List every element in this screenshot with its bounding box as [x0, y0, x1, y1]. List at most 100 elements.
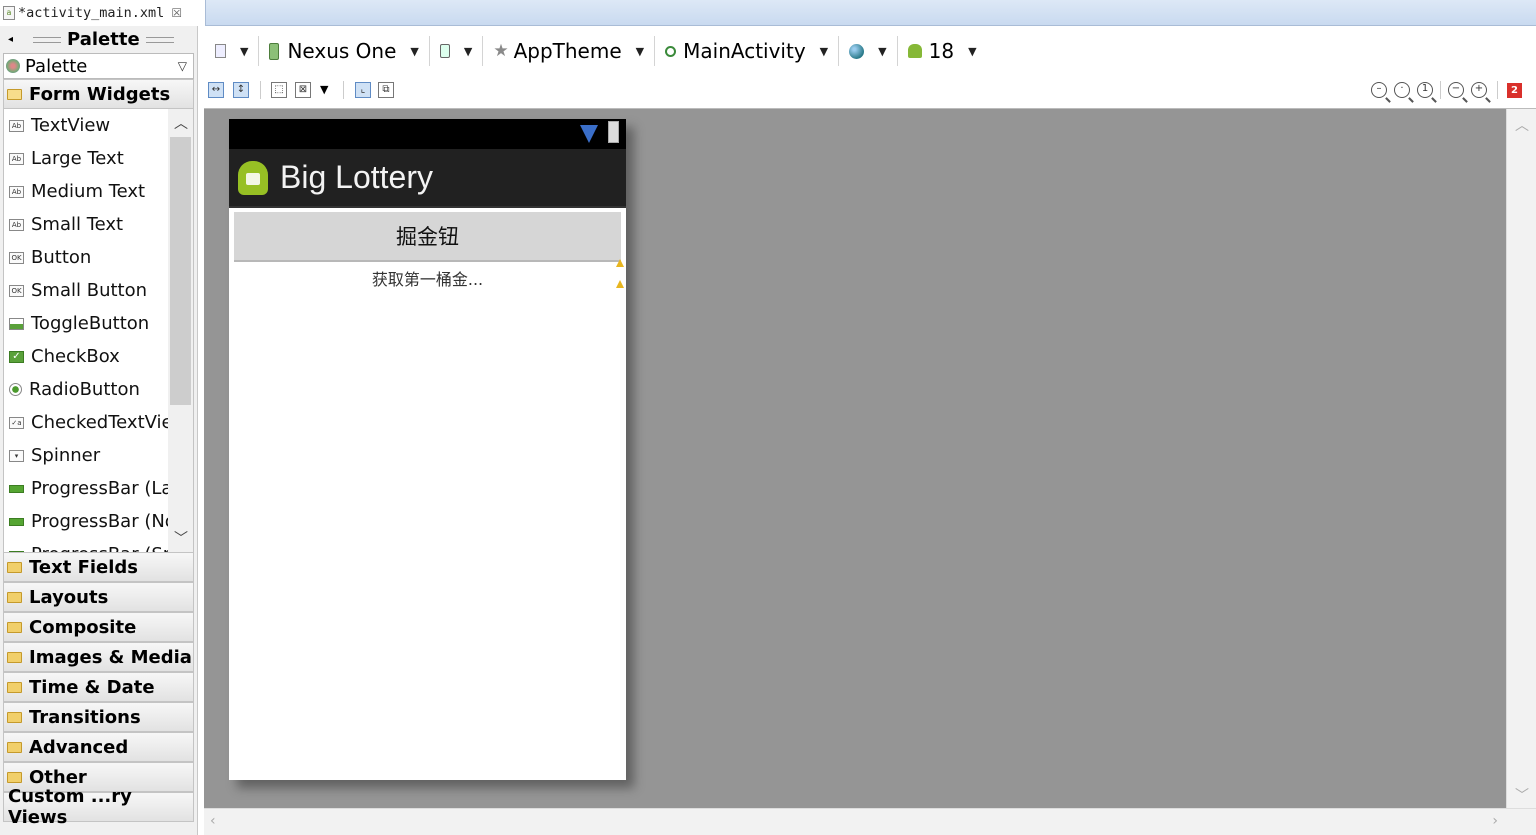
theme-chooser[interactable]: ★ AppTheme ▼ [483, 36, 656, 66]
scroll-down-icon[interactable]: ﹀ [1515, 785, 1529, 805]
warning-icon[interactable] [616, 259, 624, 267]
widget-item[interactable]: ✓ CheckBox [4, 340, 193, 373]
star-icon: ★ [493, 41, 509, 61]
widget-item[interactable]: ▾ Spinner [4, 439, 193, 472]
api-level-chooser[interactable]: 18 ▼ [898, 36, 987, 66]
collapse-arrow-icon[interactable]: ◂ [8, 34, 13, 45]
dropdown-arrow-icon: ▼ [819, 44, 829, 58]
device-chooser[interactable]: Nexus One ▼ [259, 36, 430, 66]
orientation-icon [439, 44, 450, 58]
activity-chooser[interactable]: MainActivity ▼ [655, 36, 840, 66]
locale-chooser[interactable]: ▼ [839, 36, 898, 66]
widget-item[interactable]: Ab Small Text [4, 208, 193, 241]
editor-tab-bar: a *activity_main.xml ☒ [0, 0, 1536, 26]
palette-category[interactable]: Text Fields [3, 552, 194, 582]
scroll-right-icon[interactable]: › [1492, 813, 1498, 829]
dropdown-arrow-icon: ▼ [240, 44, 249, 58]
android-icon [907, 44, 922, 58]
editor-tab-activity-main[interactable]: a *activity_main.xml ☒ [0, 0, 206, 26]
canvas-horizontal-scrollbar[interactable]: ‹ › [204, 808, 1536, 835]
palette-category[interactable]: Composite [3, 612, 194, 642]
spinner-icon: ▾ [9, 449, 24, 462]
app-action-bar: Big Lottery [229, 149, 626, 208]
widget-item[interactable]: ProgressBar (Normal) [4, 505, 193, 538]
canvas-vertical-scrollbar[interactable]: ︿ ﹀ [1506, 109, 1536, 809]
dropdown-arrow-icon: ▼ [410, 44, 419, 58]
category-label: Layouts [29, 586, 109, 608]
checked-text-icon: ✓a [9, 416, 24, 429]
margins-icon[interactable]: ⬚ [271, 82, 287, 98]
fill-height-icon[interactable]: ↕ [233, 82, 249, 98]
widget-label: TextView [31, 115, 111, 136]
category-form-widgets[interactable]: Form Widgets [3, 79, 194, 109]
widget-item[interactable]: Ab TextView [4, 109, 193, 142]
warning-icon[interactable] [616, 280, 624, 288]
dropdown-arrow-icon[interactable]: ▼ [320, 83, 328, 96]
widget-item[interactable]: OK Small Button [4, 274, 193, 307]
xml-file-icon: a [3, 6, 15, 20]
category-label: Composite [29, 616, 137, 638]
zoom-100-icon[interactable]: 1 [1417, 82, 1433, 98]
config-chooser[interactable]: ▼ [205, 36, 260, 66]
widget-label: RadioButton [29, 379, 140, 400]
palette-mode-dropdown[interactable]: Palette ▽ [3, 53, 194, 79]
category-label: Images & Media [29, 646, 192, 668]
category-label: Other [29, 766, 87, 788]
zoom-out-icon[interactable]: − [1448, 82, 1464, 98]
layout-toolbar: ▼ Nexus One ▼ ▼ ★ AppTheme ▼ MainActivit… [205, 32, 1536, 70]
category-label: Advanced [29, 736, 129, 758]
folder-icon [7, 621, 22, 633]
scroll-up-icon[interactable]: ︿ [174, 113, 188, 133]
scroll-up-icon[interactable]: ︿ [1515, 115, 1529, 135]
palette-category[interactable]: Advanced [3, 732, 194, 762]
device-preview: Big Lottery 掘金钮 获取第一桶金... [229, 119, 626, 780]
activity-label: MainActivity [683, 39, 806, 63]
status-text-view[interactable]: 获取第一桶金... [229, 266, 626, 290]
orientation-chooser[interactable]: ▼ [430, 36, 484, 66]
widget-item[interactable]: ProgressBar (Large) [4, 472, 193, 505]
folder-open-icon [7, 88, 22, 100]
scroll-left-icon[interactable]: ‹ [210, 813, 216, 829]
progress-icon [9, 517, 24, 526]
palette-category[interactable]: Layouts [3, 582, 194, 612]
widget-label: ToggleButton [31, 313, 150, 334]
wifi-icon [580, 125, 598, 143]
toolbar-separator [1440, 81, 1441, 99]
folder-icon [7, 681, 22, 693]
close-tab-icon[interactable]: ☒ [171, 6, 182, 20]
category-label: Custom ...ry Views [8, 786, 132, 828]
palette-category[interactable]: Time & Date [3, 672, 194, 702]
widget-item[interactable]: Ab Medium Text [4, 175, 193, 208]
toolbar-separator [260, 81, 261, 99]
widget-label: Spinner [31, 445, 101, 466]
toolbar-separator [343, 81, 344, 99]
widget-item[interactable]: RadioButton [4, 373, 193, 406]
zoom-in-icon[interactable]: + [1471, 82, 1487, 98]
error-count-badge[interactable]: 2 [1507, 83, 1522, 98]
category-custom-library-views[interactable]: Custom ...ry Views [3, 786, 194, 828]
fill-width-icon[interactable]: ↔ [208, 82, 224, 98]
editor-tab-title: *activity_main.xml [18, 5, 165, 21]
layout-options-icon[interactable]: ⊠ [295, 82, 311, 98]
widget-item[interactable]: OK Button [4, 241, 193, 274]
palette-category[interactable]: Transitions [3, 702, 194, 732]
phone-icon [269, 42, 280, 60]
widget-item[interactable]: Ab Large Text [4, 142, 193, 175]
category-label: Transitions [29, 706, 141, 728]
widget-label: Button [31, 247, 92, 268]
zoom-fit-icon[interactable]: – [1371, 82, 1387, 98]
scroll-down-icon[interactable]: ﹀ [174, 528, 188, 548]
widget-list-scrollbar[interactable]: ︿ ﹀ [168, 109, 193, 552]
scrollbar-thumb[interactable] [170, 137, 191, 405]
device-label: Nexus One [287, 39, 397, 63]
zoom-real-size-icon[interactable]: · [1394, 82, 1410, 98]
widget-item[interactable]: ✓a CheckedTextView [4, 406, 193, 439]
palette-category[interactable]: Images & Media [3, 642, 194, 672]
widget-item[interactable]: ProgressBar (Small) [4, 538, 193, 552]
layout-canvas[interactable]: Big Lottery 掘金钮 获取第一桶金... ︿ ﹀ ‹ › [204, 108, 1536, 835]
clipping-icon[interactable]: ⧉ [378, 82, 394, 98]
show-structure-icon[interactable]: ⌞ [355, 82, 371, 98]
ab-icon: Ab [9, 119, 24, 132]
dig-gold-button[interactable]: 掘金钮 [234, 212, 621, 262]
widget-item[interactable]: ToggleButton [4, 307, 193, 340]
